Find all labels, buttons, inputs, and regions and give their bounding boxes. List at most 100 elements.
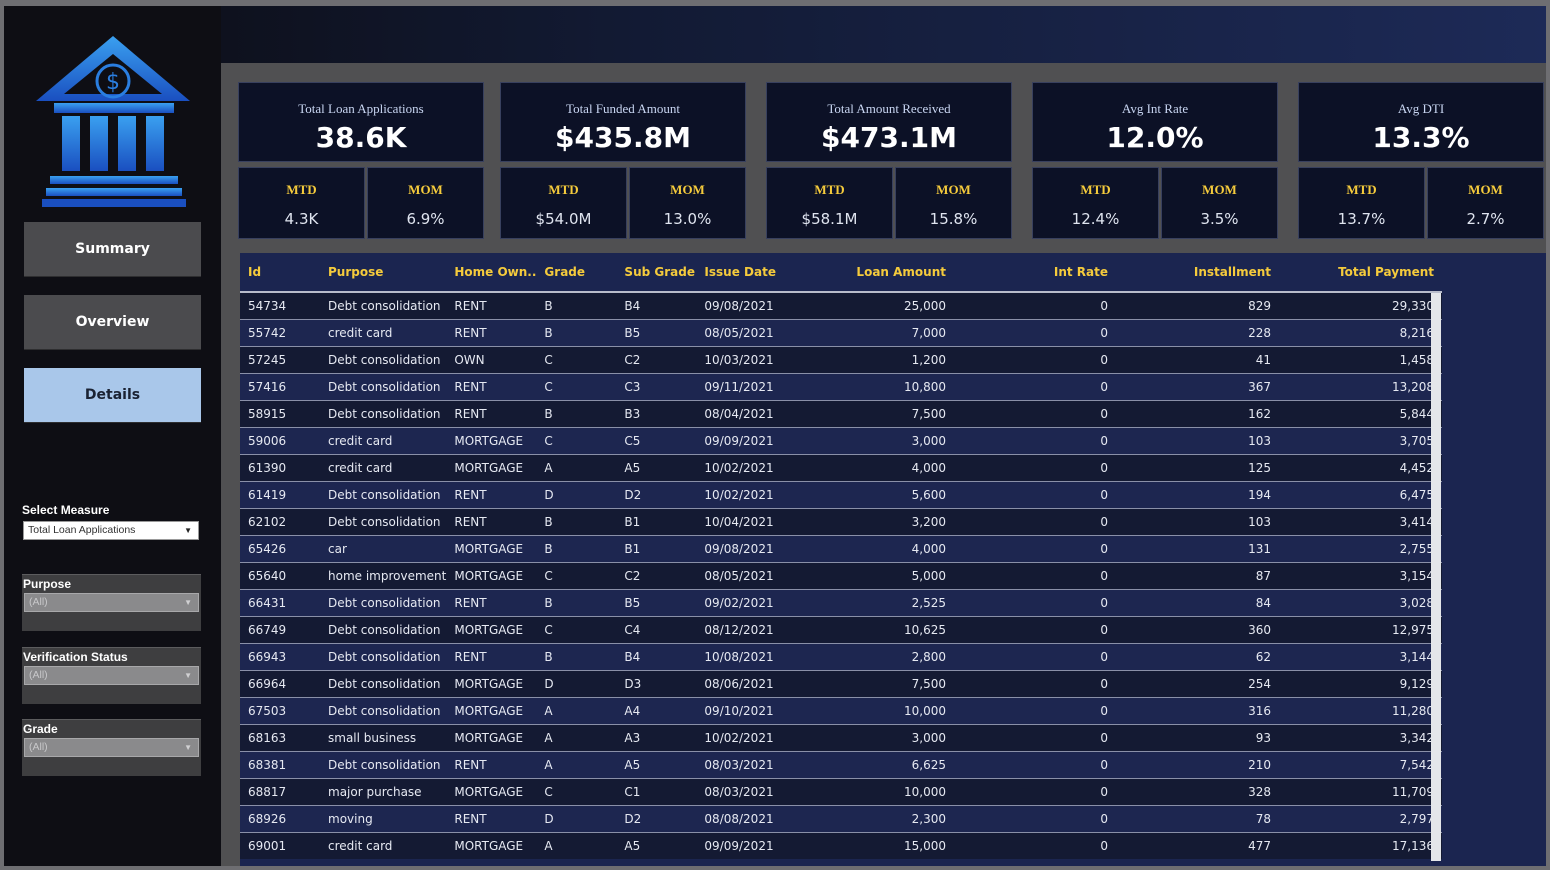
nav-summary-button[interactable]: Summary [24, 222, 201, 277]
table-cell: 11,709 [1279, 778, 1442, 806]
table-cell: 78 [1116, 805, 1279, 833]
table-row[interactable]: 68817 major purchase MORTGAGE C C1 08/03/2021… [240, 778, 1442, 806]
table-row[interactable]: 65426 car MORTGAGE B B1 09/08/2021 4,000 0 131 2,… [240, 535, 1442, 563]
nav-overview-button[interactable]: Overview [24, 295, 201, 350]
table-row[interactable]: 66431 Debt consolidation RENT B B5 09/02/2021… [240, 589, 1442, 617]
table-scrollbar[interactable] [1431, 293, 1441, 861]
kpi-main: Total Loan Applications 38.6K [238, 82, 484, 162]
table-cell: 228 [1116, 319, 1279, 347]
table-cell: 57416 [240, 373, 320, 401]
table-cell: 15,000 [856, 832, 954, 859]
table-cell: 12,975 [1279, 616, 1442, 644]
table-cell: A3 [616, 724, 697, 752]
grade-filter-label: Grade [23, 722, 58, 736]
table-row[interactable]: 66749 Debt consolidation MORTGAGE C C4 08/12/… [240, 616, 1442, 644]
column-header[interactable]: Purpose [320, 253, 447, 293]
column-header[interactable]: Total Payment [1279, 253, 1442, 293]
column-header[interactable]: Issue Date [696, 253, 857, 293]
table-cell: 10,800 [856, 373, 954, 401]
table-cell: B1 [616, 508, 697, 536]
table-cell: MORTGAGE [446, 427, 537, 455]
purpose-dropdown[interactable]: (All) ▼ [24, 593, 199, 612]
table-cell: 08/03/2021 [696, 778, 857, 806]
kpi-title: Total Loan Applications [298, 101, 424, 116]
purpose-value: (All) [29, 596, 48, 608]
table-row[interactable]: 55742 credit card RENT B B5 08/05/2021 7,000 0 2… [240, 319, 1442, 347]
table-row[interactable]: 61419 Debt consolidation RENT D D2 10/02/2021… [240, 481, 1442, 509]
table-cell: C2 [616, 562, 697, 590]
table-row[interactable]: 62102 Debt consolidation RENT B B1 10/04/2021… [240, 508, 1442, 536]
chevron-down-icon: ▼ [184, 526, 192, 535]
table-cell: 57245 [240, 346, 320, 374]
kpi-value: 12.0% [1106, 121, 1204, 154]
table-row[interactable]: 65640 home improvement MORTGAGE C C2 08/05/20… [240, 562, 1442, 590]
table-cell: Debt consolidation [320, 373, 447, 401]
table-cell: 194 [1116, 481, 1279, 509]
table-row[interactable]: 57245 Debt consolidation OWN C C2 10/03/2021 1… [240, 346, 1442, 374]
column-header[interactable]: Installment [1116, 253, 1279, 293]
table-row[interactable]: 54734 Debt consolidation RENT B B4 09/08/2021… [240, 291, 1442, 320]
column-header[interactable]: Grade [536, 253, 617, 293]
grade-dropdown[interactable]: (All) ▼ [24, 738, 199, 757]
table-cell: 59006 [240, 427, 320, 455]
table-cell: 328 [1116, 778, 1279, 806]
table-cell: 1,200 [856, 346, 954, 374]
table-cell: A5 [616, 454, 697, 482]
table-cell: 9,129 [1279, 670, 1442, 698]
table-cell: 09/08/2021 [696, 535, 857, 563]
table-row[interactable]: 61390 credit card MORTGAGE A A5 10/02/2021 4,0… [240, 454, 1442, 482]
table-cell: Debt consolidation [320, 400, 447, 428]
table-cell: 10/04/2021 [696, 508, 857, 536]
table-row[interactable]: 57416 Debt consolidation RENT C C3 09/11/2021… [240, 373, 1442, 401]
column-header[interactable]: Sub Grade [616, 253, 697, 293]
table-cell: 10/08/2021 [696, 643, 857, 671]
table-row[interactable]: 66964 Debt consolidation MORTGAGE D D3 08/06/… [240, 670, 1442, 698]
table-cell: 61419 [240, 481, 320, 509]
table-cell: 0 [954, 778, 1116, 806]
table-cell: 09/11/2021 [696, 373, 857, 401]
table-cell: C [536, 346, 617, 374]
column-header[interactable]: Int Rate [954, 253, 1116, 293]
table-cell: Debt consolidation [320, 670, 447, 698]
table-cell: RENT [446, 589, 537, 617]
table-cell: 1,458 [1279, 346, 1442, 374]
table-cell: 13,208 [1279, 373, 1442, 401]
table-cell: C [536, 373, 617, 401]
table-cell: 61390 [240, 454, 320, 482]
table-row[interactable]: 58915 Debt consolidation RENT B B3 08/04/2021… [240, 400, 1442, 428]
table-cell: 66943 [240, 643, 320, 671]
table-row[interactable]: 68163 small business MORTGAGE A A3 10/02/2021… [240, 724, 1442, 752]
table-cell: 210 [1116, 751, 1279, 779]
table-row[interactable]: 59006 credit card MORTGAGE C C5 09/09/2021 3,0… [240, 427, 1442, 455]
nav-summary-label: Summary [75, 241, 150, 257]
table-cell: 55742 [240, 319, 320, 347]
select-measure-dropdown[interactable]: Total Loan Applications ▼ [23, 521, 199, 540]
table-cell: 0 [954, 291, 1116, 320]
column-header[interactable]: Loan Amount [856, 253, 954, 293]
table-cell: 10/02/2021 [696, 481, 857, 509]
table-cell: 2,300 [856, 805, 954, 833]
table-row[interactable]: 67503 Debt consolidation MORTGAGE A A4 09/10/… [240, 697, 1442, 725]
table-cell: 0 [954, 508, 1116, 536]
table-cell: MORTGAGE [446, 562, 537, 590]
table-cell: 10/03/2021 [696, 346, 857, 374]
table-row[interactable]: 69001 credit card MORTGAGE A A5 09/09/2021 15,… [240, 832, 1442, 859]
nav-details-button[interactable]: Details [24, 368, 201, 423]
table-cell: 0 [954, 400, 1116, 428]
table-cell: A4 [616, 697, 697, 725]
kpi-main: Avg Int Rate 12.0% [1032, 82, 1278, 162]
kpi-mtd-value: $54.0M [535, 210, 592, 228]
table-cell: Debt consolidation [320, 508, 447, 536]
column-header[interactable]: Id [240, 253, 320, 293]
table-cell: B [536, 535, 617, 563]
table-row[interactable]: 66943 Debt consolidation RENT B B4 10/08/2021… [240, 643, 1442, 671]
kpi-mom: MOM 13.0% [629, 167, 746, 239]
table-cell: 2,797 [1279, 805, 1442, 833]
table-row[interactable]: 68381 Debt consolidation RENT A A5 08/03/2021… [240, 751, 1442, 779]
verification-status-dropdown[interactable]: (All) ▼ [24, 666, 199, 685]
kpi-mtd-value: 12.4% [1071, 210, 1120, 228]
table-row[interactable]: 68926 moving RENT D D2 08/08/2021 2,300 0 78 2,79… [240, 805, 1442, 833]
column-header[interactable]: Home Own.. [446, 253, 537, 293]
kpi-card-avg-int-rate: Avg Int Rate 12.0% MTD 12.4% MOM 3.5% [1032, 82, 1280, 240]
table-cell: 3,705 [1279, 427, 1442, 455]
